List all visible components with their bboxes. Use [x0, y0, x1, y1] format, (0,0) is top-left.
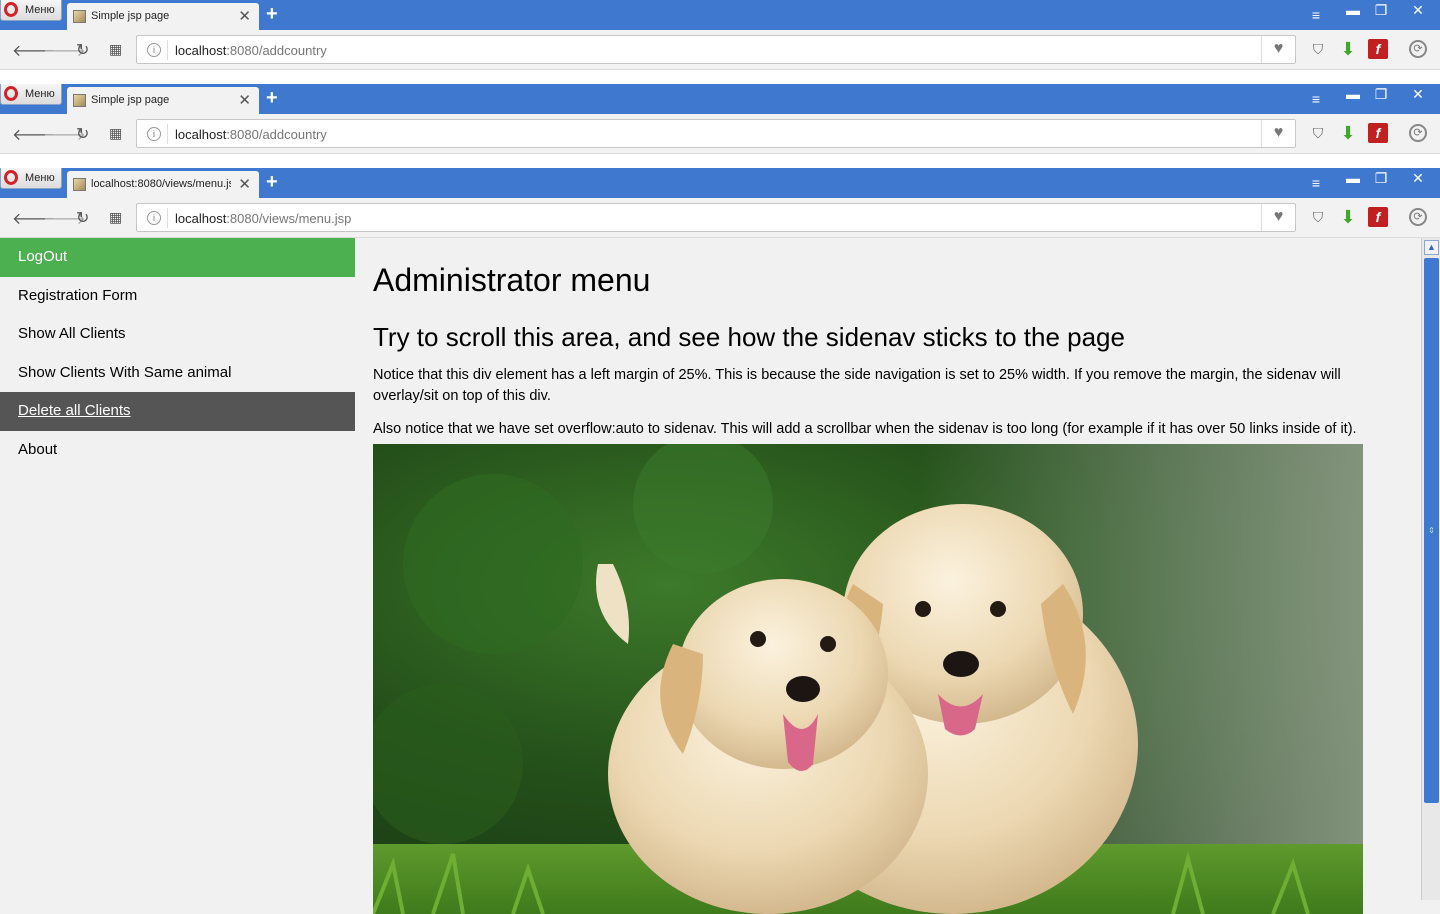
- page-title: Administrator menu: [373, 262, 651, 298]
- tab-title: localhost:8080/views/menu.js: [91, 178, 231, 190]
- tab-active[interactable]: Simple jsp page ✕: [67, 3, 259, 30]
- browser-window-2: Меню Simple jsp page ✕ + ≡ ▬ ❐ ✕ 🡐 🡒 ↻ ▦ …: [0, 84, 1440, 168]
- tab-title: Simple jsp page: [91, 10, 170, 22]
- tab-menu-icon[interactable]: ≡: [1305, 173, 1327, 195]
- address-bar[interactable]: i localhost:8080/addcountry ♥: [136, 35, 1296, 64]
- scrollbar-thumb[interactable]: ⇕: [1424, 258, 1439, 803]
- site-info-icon[interactable]: i: [147, 211, 161, 225]
- puppies-illustration: [373, 444, 1363, 914]
- nav-show-all-clients[interactable]: Show All Clients: [0, 315, 355, 354]
- new-tab-button[interactable]: +: [266, 171, 278, 194]
- download-icon[interactable]: ⬇: [1338, 39, 1358, 59]
- speed-dial-icon[interactable]: ▦: [109, 125, 122, 142]
- speed-dial-icon[interactable]: ▦: [109, 41, 122, 58]
- browser-window-1: Меню Simple jsp page ✕ + ≡ ▬ ❐ ✕ 🡐 🡒 ↻ ▦ …: [0, 0, 1440, 84]
- reload-icon[interactable]: ↻: [76, 124, 89, 144]
- site-info-icon[interactable]: i: [147, 127, 161, 141]
- tab-bar: Меню localhost:8080/views/menu.js ✕ + ≡ ▬…: [0, 168, 1440, 198]
- nav-logout[interactable]: LogOut: [0, 238, 355, 277]
- opera-logo-icon: [4, 2, 18, 17]
- tab-bar: Меню Simple jsp page ✕ + ≡ ▬ ❐ ✕: [0, 84, 1440, 114]
- scroll-up-icon[interactable]: ▲: [1424, 240, 1439, 255]
- navigation-bar: 🡐 🡒 ↻ ▦ i localhost:8080/views/menu.jsp …: [0, 198, 1440, 238]
- update-icon[interactable]: ⟳: [1409, 40, 1427, 58]
- address-bar[interactable]: i localhost:8080/addcountry ♥: [136, 119, 1296, 148]
- navigation-bar: 🡐 🡒 ↻ ▦ i localhost:8080/addcountry ♥ ⛉ …: [0, 30, 1440, 70]
- opera-menu-button[interactable]: Меню: [0, 168, 62, 189]
- tab-active[interactable]: Simple jsp page ✕: [67, 87, 259, 114]
- close-window-button[interactable]: ✕: [1401, 0, 1435, 22]
- page-favicon-icon: [73, 10, 86, 23]
- maximize-button[interactable]: ❐: [1369, 0, 1393, 22]
- ublock-icon[interactable]: ⛉: [1308, 39, 1328, 59]
- maximize-button[interactable]: ❐: [1369, 168, 1393, 190]
- flash-icon[interactable]: f: [1368, 207, 1388, 227]
- page-scrollbar[interactable]: ▲ ⇕: [1421, 238, 1440, 900]
- close-window-button[interactable]: ✕: [1401, 84, 1435, 106]
- sidenav: LogOut Registration Form Show All Client…: [0, 238, 355, 900]
- close-tab-icon[interactable]: ✕: [238, 175, 251, 193]
- new-tab-button[interactable]: +: [266, 87, 278, 110]
- ublock-icon[interactable]: ⛉: [1308, 123, 1328, 143]
- site-info-icon[interactable]: i: [147, 43, 161, 57]
- ublock-icon[interactable]: ⛉: [1308, 207, 1328, 227]
- address-bar[interactable]: i localhost:8080/views/menu.jsp ♥: [136, 203, 1296, 232]
- minimize-button[interactable]: ▬: [1341, 0, 1365, 22]
- download-icon[interactable]: ⬇: [1338, 123, 1358, 143]
- paragraph-margin-note: Notice that this div element has a left …: [373, 367, 1341, 404]
- tab-title: Simple jsp page: [91, 94, 170, 106]
- page-subtitle: Try to scroll this area, and see how the…: [373, 322, 1125, 352]
- nav-delete-all-clients[interactable]: Delete all Clients: [0, 392, 355, 431]
- flash-icon[interactable]: f: [1368, 39, 1388, 59]
- paragraph-overflow-note: Also notice that we have set overflow:au…: [373, 421, 1357, 437]
- puppies-photo: [373, 444, 1363, 914]
- tab-active[interactable]: localhost:8080/views/menu.js ✕: [67, 171, 259, 198]
- update-icon[interactable]: ⟳: [1409, 208, 1427, 226]
- speed-dial-icon[interactable]: ▦: [109, 209, 122, 226]
- reload-icon[interactable]: ↻: [76, 208, 89, 228]
- page-favicon-icon: [73, 94, 86, 107]
- reload-icon[interactable]: ↻: [76, 40, 89, 60]
- update-icon[interactable]: ⟳: [1409, 124, 1427, 142]
- browser-window-3: Меню localhost:8080/views/menu.js ✕ + ≡ ▬…: [0, 168, 1440, 238]
- page-viewport: LogOut Registration Form Show All Client…: [0, 238, 1440, 914]
- new-tab-button[interactable]: +: [266, 3, 278, 26]
- flash-icon[interactable]: f: [1368, 123, 1388, 143]
- nav-show-clients-same-animal[interactable]: Show Clients With Same animal: [0, 354, 355, 393]
- opera-logo-icon: [4, 86, 18, 101]
- nav-registration-form[interactable]: Registration Form: [0, 277, 355, 316]
- page-favicon-icon: [73, 178, 86, 191]
- close-window-button[interactable]: ✕: [1401, 168, 1435, 190]
- opera-menu-button[interactable]: Меню: [0, 0, 62, 21]
- bookmark-heart-icon[interactable]: ♥: [1261, 36, 1295, 63]
- minimize-button[interactable]: ▬: [1341, 168, 1365, 190]
- tab-bar: Меню Simple jsp page ✕ + ≡ ▬ ❐ ✕: [0, 0, 1440, 30]
- url-text[interactable]: localhost:8080/views/menu.jsp: [175, 211, 351, 226]
- bookmark-heart-icon[interactable]: ♥: [1261, 204, 1295, 231]
- url-text[interactable]: localhost:8080/addcountry: [175, 43, 327, 58]
- tab-menu-icon[interactable]: ≡: [1305, 5, 1327, 27]
- opera-menu-button[interactable]: Меню: [0, 84, 62, 105]
- tab-menu-icon[interactable]: ≡: [1305, 89, 1327, 111]
- url-text[interactable]: localhost:8080/addcountry: [175, 127, 327, 142]
- opera-logo-icon: [4, 170, 18, 185]
- minimize-button[interactable]: ▬: [1341, 84, 1365, 106]
- main-content: Administrator menu Try to scroll this ar…: [373, 238, 1373, 914]
- download-icon[interactable]: ⬇: [1338, 207, 1358, 227]
- maximize-button[interactable]: ❐: [1369, 84, 1393, 106]
- close-tab-icon[interactable]: ✕: [238, 91, 251, 109]
- bookmark-heart-icon[interactable]: ♥: [1261, 120, 1295, 147]
- nav-about[interactable]: About: [0, 431, 355, 470]
- close-tab-icon[interactable]: ✕: [238, 7, 251, 25]
- navigation-bar: 🡐 🡒 ↻ ▦ i localhost:8080/addcountry ♥ ⛉ …: [0, 114, 1440, 154]
